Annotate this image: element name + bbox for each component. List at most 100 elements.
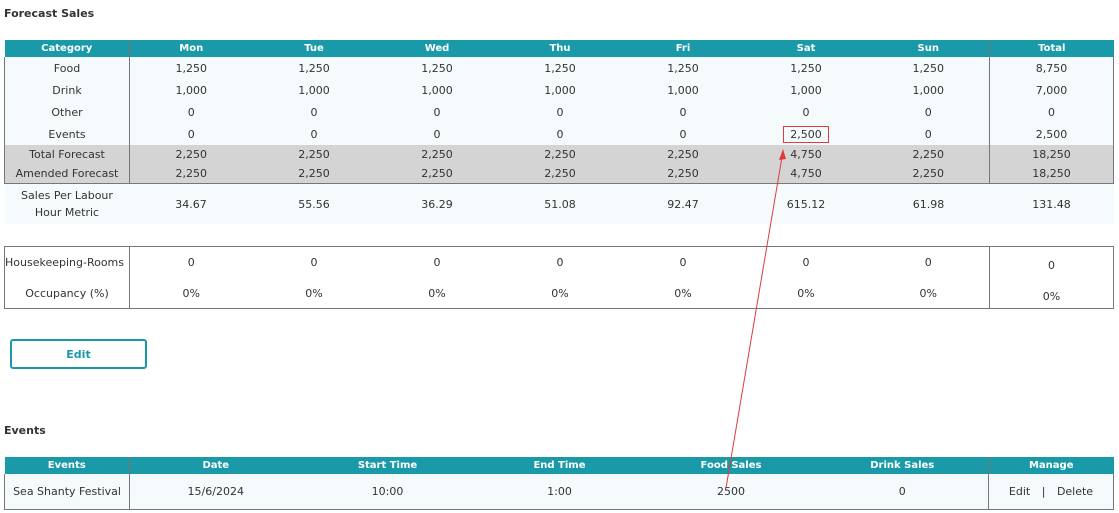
cell: 1,000	[621, 79, 745, 101]
event-food-sales: 2500	[645, 474, 817, 510]
row-label: Events	[4, 123, 130, 145]
header-end-time: End Time	[473, 457, 646, 474]
cell: 0	[375, 101, 499, 123]
events-table: Events Date Start Time End Time Food Sal…	[4, 457, 1114, 510]
other-row: Other 0 0 0 0 0 0 0 0	[4, 101, 1114, 123]
row-label: Other	[4, 101, 130, 123]
cell: 0%	[744, 278, 868, 309]
total-cell: 0	[989, 246, 1114, 278]
header-tue: Tue	[252, 40, 376, 57]
highlight-box: 2,500	[783, 125, 829, 143]
header-drink-sales: Drink Sales	[816, 457, 989, 474]
manage-cell: Edit | Delete	[988, 474, 1114, 510]
cell: 34.67	[129, 183, 253, 224]
drink-row: Drink 1,000 1,000 1,000 1,000 1,000 1,00…	[4, 79, 1114, 101]
total-cell: 0%	[989, 278, 1114, 309]
events-row: Events 0 0 0 0 0 2,500 0 2,500	[4, 123, 1114, 145]
cell: 2,250	[375, 164, 499, 184]
event-date: 15/6/2024	[129, 474, 302, 510]
cell: 0	[867, 101, 990, 123]
forecast-sales-title: Forecast Sales	[4, 7, 95, 20]
cell: 36.29	[375, 183, 499, 224]
cell: 1,250	[621, 57, 745, 79]
cell: 0	[375, 123, 499, 145]
cell: 0	[498, 101, 622, 123]
cell: 0	[129, 101, 253, 123]
cell: 2,250	[621, 145, 745, 164]
cell: 615.12	[744, 183, 868, 224]
cell: 92.47	[621, 183, 745, 224]
cell: 0	[621, 246, 745, 278]
header-thu: Thu	[498, 40, 622, 57]
total-cell: 2,500	[989, 123, 1114, 145]
cell: 1,000	[498, 79, 622, 101]
header-start-time: Start Time	[301, 457, 474, 474]
cell: 2,250	[129, 164, 253, 184]
event-row: Sea Shanty Festival 15/6/2024 10:00 1:00…	[4, 474, 1114, 510]
cell: 1,250	[498, 57, 622, 79]
cell: 1,250	[252, 57, 376, 79]
cell: 2,250	[252, 145, 376, 164]
cell: 55.56	[252, 183, 376, 224]
cell: 4,750	[744, 164, 868, 184]
cell: 0	[498, 246, 622, 278]
row-label: Total Forecast	[4, 145, 130, 164]
cell: 1,250	[375, 57, 499, 79]
cell: 4,750	[744, 145, 868, 164]
cell: 2,250	[867, 145, 990, 164]
events-header-row: Events Date Start Time End Time Food Sal…	[4, 457, 1114, 474]
header-food-sales: Food Sales	[645, 457, 817, 474]
event-start-time: 10:00	[301, 474, 474, 510]
cell: 0	[744, 101, 868, 123]
cell: 0	[129, 123, 253, 145]
header-sat: Sat	[744, 40, 868, 57]
cell: 61.98	[867, 183, 990, 224]
total-cell: 8,750	[989, 57, 1114, 79]
row-label: Food	[4, 57, 130, 79]
event-delete-link[interactable]: Delete	[1057, 485, 1093, 498]
cell: 1,000	[867, 79, 990, 101]
cell: 0	[375, 246, 499, 278]
cell: 1,000	[252, 79, 376, 101]
forecast-header-row: Category Mon Tue Wed Thu Fri Sat Sun Tot…	[4, 40, 1114, 57]
row-label: Amended Forecast	[4, 164, 130, 184]
total-cell: 18,250	[989, 145, 1114, 164]
cell: 0	[621, 123, 745, 145]
edit-button[interactable]: Edit	[10, 339, 147, 369]
cell: 0%	[375, 278, 499, 309]
metric-label: Sales Per Labour Hour Metric	[4, 183, 130, 224]
cell: 2,250	[867, 164, 990, 184]
cell: 2,250	[129, 145, 253, 164]
cell: 2,250	[375, 145, 499, 164]
cell: 51.08	[498, 183, 622, 224]
forecast-sales-table: Category Mon Tue Wed Thu Fri Sat Sun Tot…	[4, 40, 1114, 224]
total-cell: 131.48	[989, 183, 1114, 224]
occupancy-row: Occupancy (%) 0% 0% 0% 0% 0% 0% 0% 0%	[4, 278, 1114, 309]
cell: 0%	[867, 278, 990, 309]
event-drink-sales: 0	[816, 474, 989, 510]
highlighted-cell: 2,500	[744, 123, 868, 145]
total-forecast-row: Total Forecast 2,250 2,250 2,250 2,250 2…	[4, 145, 1114, 164]
cell: 1,000	[744, 79, 868, 101]
food-row: Food 1,250 1,250 1,250 1,250 1,250 1,250…	[4, 57, 1114, 79]
events-title: Events	[4, 424, 46, 437]
cell: 0	[621, 101, 745, 123]
cell: 0	[129, 246, 253, 278]
sales-per-labour-row: Sales Per Labour Hour Metric 34.67 55.56…	[4, 183, 1114, 224]
event-end-time: 1:00	[473, 474, 646, 510]
header-total: Total	[989, 40, 1114, 57]
row-label: Drink	[4, 79, 130, 101]
cell: 0%	[252, 278, 376, 309]
header-fri: Fri	[621, 40, 745, 57]
cell: 0%	[498, 278, 622, 309]
housekeeping-table: Housekeeping-Rooms 0 0 0 0 0 0 0 0 Occup…	[4, 246, 1114, 309]
event-edit-link[interactable]: Edit	[1009, 485, 1030, 498]
header-sun: Sun	[867, 40, 990, 57]
row-label: Occupancy (%)	[4, 278, 130, 309]
cell: 1,250	[744, 57, 868, 79]
cell: 1,250	[129, 57, 253, 79]
header-mon: Mon	[129, 40, 253, 57]
total-cell: 18,250	[989, 164, 1114, 184]
cell: 0	[867, 123, 990, 145]
manage-separator: |	[1041, 485, 1046, 498]
